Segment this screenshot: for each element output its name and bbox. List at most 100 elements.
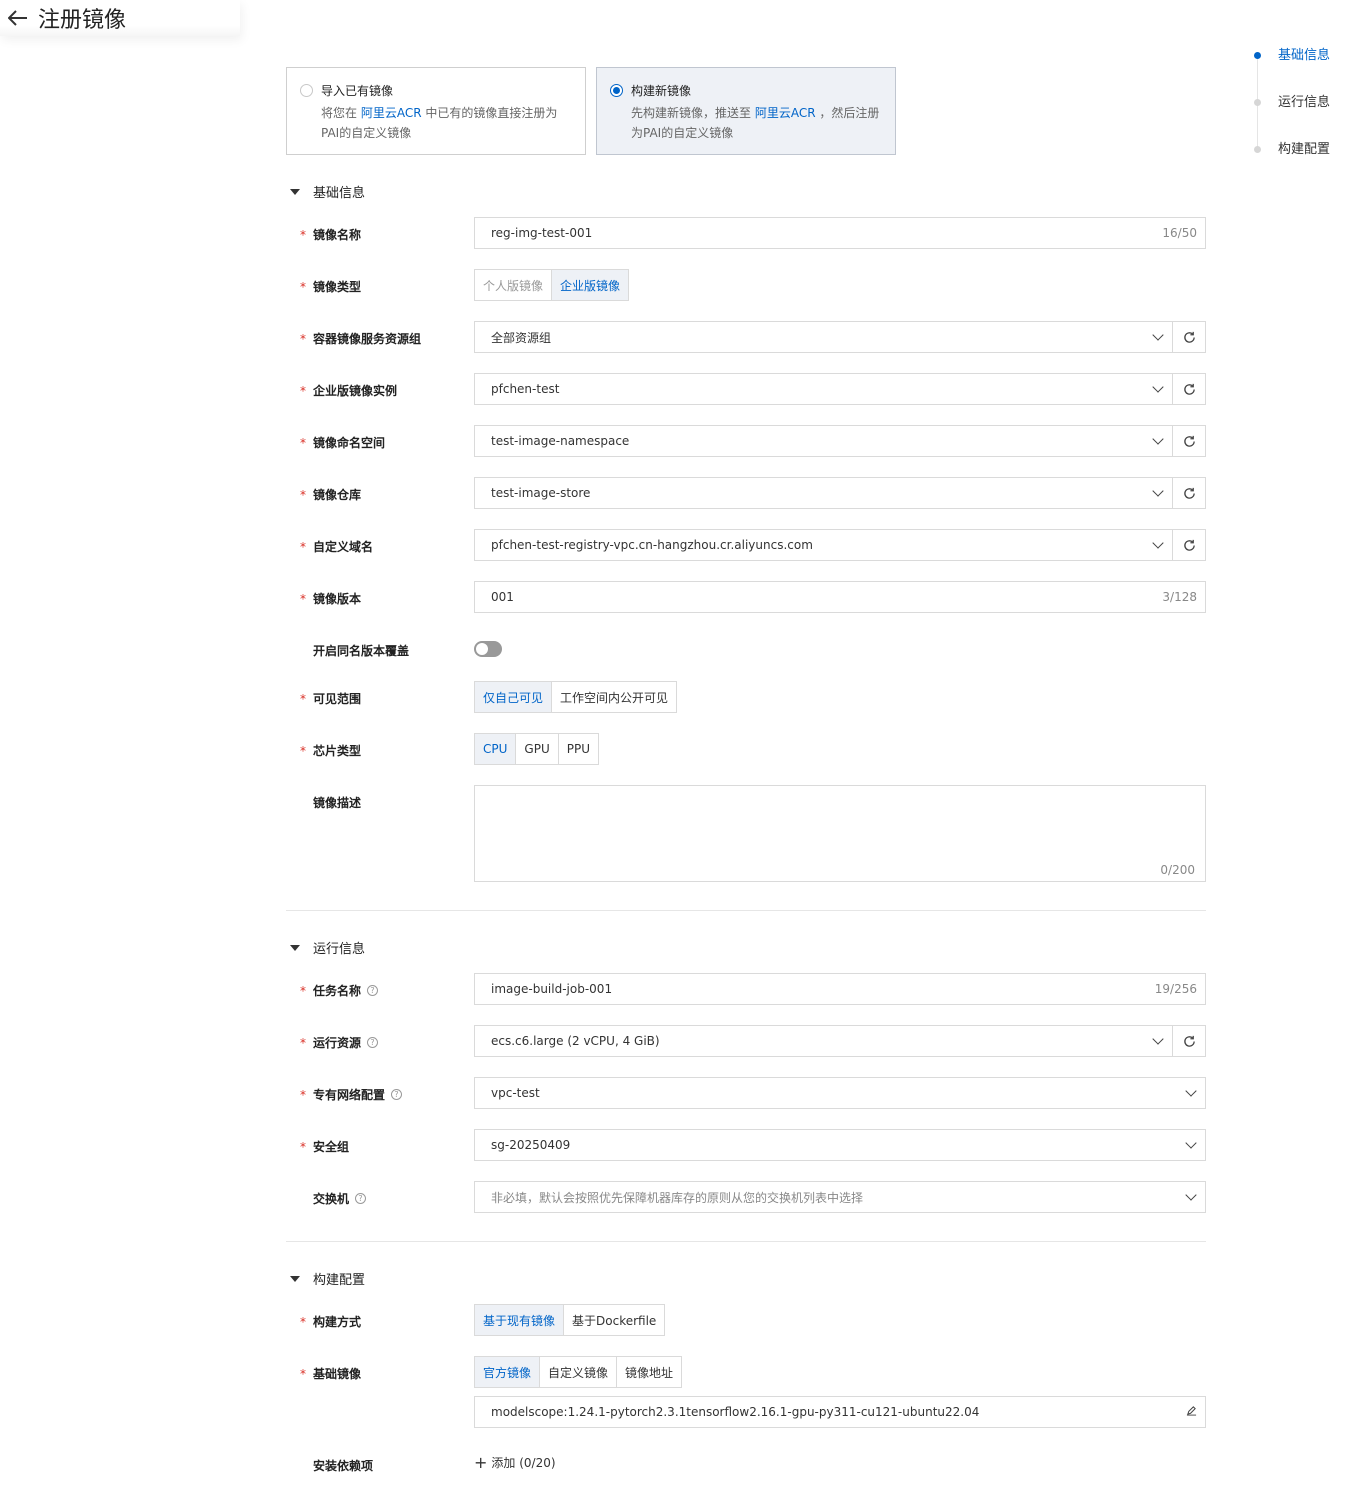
security-group-select[interactable]: sg-20250409 (474, 1129, 1206, 1161)
image-name-input[interactable]: reg-img-test-001 16/50 (474, 217, 1206, 249)
option-dockerfile[interactable]: 基于Dockerfile (564, 1305, 665, 1335)
caret-down-icon (290, 944, 300, 951)
field-label: * 可见范围 (300, 691, 362, 707)
mode-cards: 导入已有镜像 将您在 阿里云ACR 中已有的镜像直接注册为PAI的自定义镜像 构… (286, 67, 896, 155)
option-cpu[interactable]: CPU (475, 734, 517, 764)
row-description: 镜像描述 0/200 (300, 785, 1206, 882)
anchor-basic[interactable]: 基础信息 (1252, 44, 1352, 91)
option-private[interactable]: 仅自己可见 (475, 682, 553, 712)
job-name-input[interactable]: image-build-job-001 19/256 (474, 973, 1206, 1005)
field-label: * 镜像名称 (300, 227, 362, 243)
visibility-segment: 仅自己可见 工作空间内公开可见 (474, 681, 678, 713)
card-import-existing[interactable]: 导入已有镜像 将您在 阿里云ACR 中已有的镜像直接注册为PAI的自定义镜像 (286, 67, 586, 155)
base-image-input[interactable]: modelscope:1.24.1-pytorch2.3.1tensorflow… (474, 1396, 1206, 1428)
image-type-segment: 个人版镜像 企业版镜像 (474, 269, 630, 301)
refresh-icon[interactable] (1173, 321, 1206, 353)
chevron-down-icon (1152, 537, 1164, 549)
plus-icon: + (474, 1452, 488, 1472)
option-official[interactable]: 官方镜像 (475, 1357, 541, 1387)
select-value: pfchen-test-registry-vpc.cn-hangzhou.cr.… (491, 538, 813, 552)
chevron-down-icon (1152, 381, 1164, 393)
overwrite-toggle[interactable] (474, 641, 502, 657)
field-label: * 自定义域名 (300, 539, 374, 555)
option-custom[interactable]: 自定义镜像 (540, 1357, 618, 1387)
card-title: 导入已有镜像 (321, 84, 394, 98)
row-dependencies: 安装依赖项 + 添加 (0/20) (300, 1448, 1206, 1474)
chevron-down-icon (1152, 329, 1164, 341)
caret-down-icon (290, 188, 300, 195)
row-visibility: * 可见范围 仅自己可见 工作空间内公开可见 (300, 681, 1206, 713)
instance-select[interactable]: pfchen-test (474, 373, 1173, 405)
row-resource-group: * 容器镜像服务资源组 全部资源组 (300, 321, 1206, 353)
vswitch-select[interactable]: 非必填，默认会按照优先保障机器库存的原则从您的交换机列表中选择 (474, 1181, 1206, 1213)
anchor-build[interactable]: 构建配置 (1252, 138, 1352, 185)
option-personal[interactable]: 个人版镜像 (475, 270, 553, 300)
section-run-header[interactable]: 运行信息 (290, 938, 365, 957)
option-enterprise[interactable]: 企业版镜像 (552, 270, 629, 300)
field-label: * 容器镜像服务资源组 (300, 331, 422, 347)
description-textarea[interactable]: 0/200 (474, 785, 1206, 882)
section-divider (286, 910, 1206, 911)
card-build-new[interactable]: 构建新镜像 先构建新镜像，推送至 阿里云ACR ，然后注册为PAI的自定义镜像 (596, 67, 896, 155)
input-value: modelscope:1.24.1-pytorch2.3.1tensorflow… (491, 1405, 980, 1419)
row-version: * 镜像版本 001 3/128 (300, 581, 1206, 613)
version-input[interactable]: 001 3/128 (474, 581, 1206, 613)
option-gpu[interactable]: GPU (516, 734, 559, 764)
resource-group-select[interactable]: 全部资源组 (474, 321, 1173, 353)
card-desc: 将您在 阿里云ACR 中已有的镜像直接注册为PAI的自定义镜像 (321, 103, 571, 143)
edit-icon[interactable] (1186, 1405, 1197, 1419)
anchor-label: 运行信息 (1278, 95, 1331, 110)
refresh-icon[interactable] (1173, 425, 1206, 457)
field-label: * 运行资源? (300, 1025, 474, 1051)
field-label: * 镜像仓库 (300, 487, 362, 503)
vpc-select[interactable]: vpc-test (474, 1077, 1206, 1109)
select-value: vpc-test (491, 1086, 540, 1100)
chevron-down-icon (1185, 1137, 1197, 1149)
namespace-select[interactable]: test-image-namespace (474, 425, 1173, 457)
row-base-image: * 基础镜像 官方镜像 自定义镜像 镜像地址 modelscope:1.24.1-… (300, 1356, 1206, 1428)
select-value: test-image-namespace (491, 434, 630, 448)
chevron-down-icon (1185, 1189, 1197, 1201)
option-ppu[interactable]: PPU (558, 734, 598, 764)
row-overwrite: 开启同名版本覆盖 (300, 633, 1206, 659)
run-resource-select[interactable]: ecs.c6.large (2 vCPU, 4 GiB) (474, 1025, 1173, 1057)
chevron-down-icon (1152, 1033, 1164, 1045)
section-basic-header[interactable]: 基础信息 (290, 182, 365, 201)
domain-select[interactable]: pfchen-test-registry-vpc.cn-hangzhou.cr.… (474, 529, 1173, 561)
help-icon[interactable]: ? (367, 985, 379, 996)
refresh-icon[interactable] (1173, 1025, 1206, 1057)
chevron-down-icon (1152, 433, 1164, 445)
field-label: * 任务名称? (300, 973, 474, 999)
anchor-run[interactable]: 运行信息 (1252, 91, 1352, 138)
option-existing-image[interactable]: 基于现有镜像 (475, 1305, 565, 1335)
radio-import[interactable] (300, 84, 313, 97)
row-image-name: * 镜像名称 reg-img-test-001 16/50 (300, 217, 1206, 249)
anchor-dot (1254, 99, 1261, 106)
add-dependency-button[interactable]: + 添加 (0/20) (474, 1448, 1206, 1471)
select-value: 全部资源组 (491, 330, 552, 345)
refresh-icon[interactable] (1173, 373, 1206, 405)
anchor-dot (1254, 52, 1261, 59)
row-domain: * 自定义域名 pfchen-test-registry-vpc.cn-hangz… (300, 529, 1206, 561)
option-workspace-public[interactable]: 工作空间内公开可见 (552, 682, 677, 712)
repo-select[interactable]: test-image-store (474, 477, 1173, 509)
field-label: 安装依赖项 (313, 1459, 374, 1473)
acr-link[interactable]: 阿里云ACR (755, 106, 816, 120)
radio-build[interactable] (610, 84, 623, 97)
section-title: 基础信息 (313, 186, 366, 201)
section-divider (286, 1241, 1206, 1242)
build-method-segment: 基于现有镜像 基于Dockerfile (474, 1304, 666, 1336)
refresh-icon[interactable] (1173, 529, 1206, 561)
select-value: ecs.c6.large (2 vCPU, 4 GiB) (491, 1034, 660, 1048)
option-address[interactable]: 镜像地址 (617, 1357, 682, 1387)
back-arrow-icon[interactable] (6, 6, 30, 30)
page-title: 注册镜像 (38, 8, 127, 33)
refresh-icon[interactable] (1173, 477, 1206, 509)
help-icon[interactable]: ? (355, 1193, 367, 1204)
acr-link[interactable]: 阿里云ACR (361, 106, 422, 120)
help-icon[interactable]: ? (367, 1037, 379, 1048)
base-image-segment: 官方镜像 自定义镜像 镜像地址 (474, 1356, 683, 1388)
char-count: 0/200 (1160, 863, 1195, 877)
help-icon[interactable]: ? (391, 1089, 403, 1100)
section-build-header[interactable]: 构建配置 (290, 1269, 365, 1288)
